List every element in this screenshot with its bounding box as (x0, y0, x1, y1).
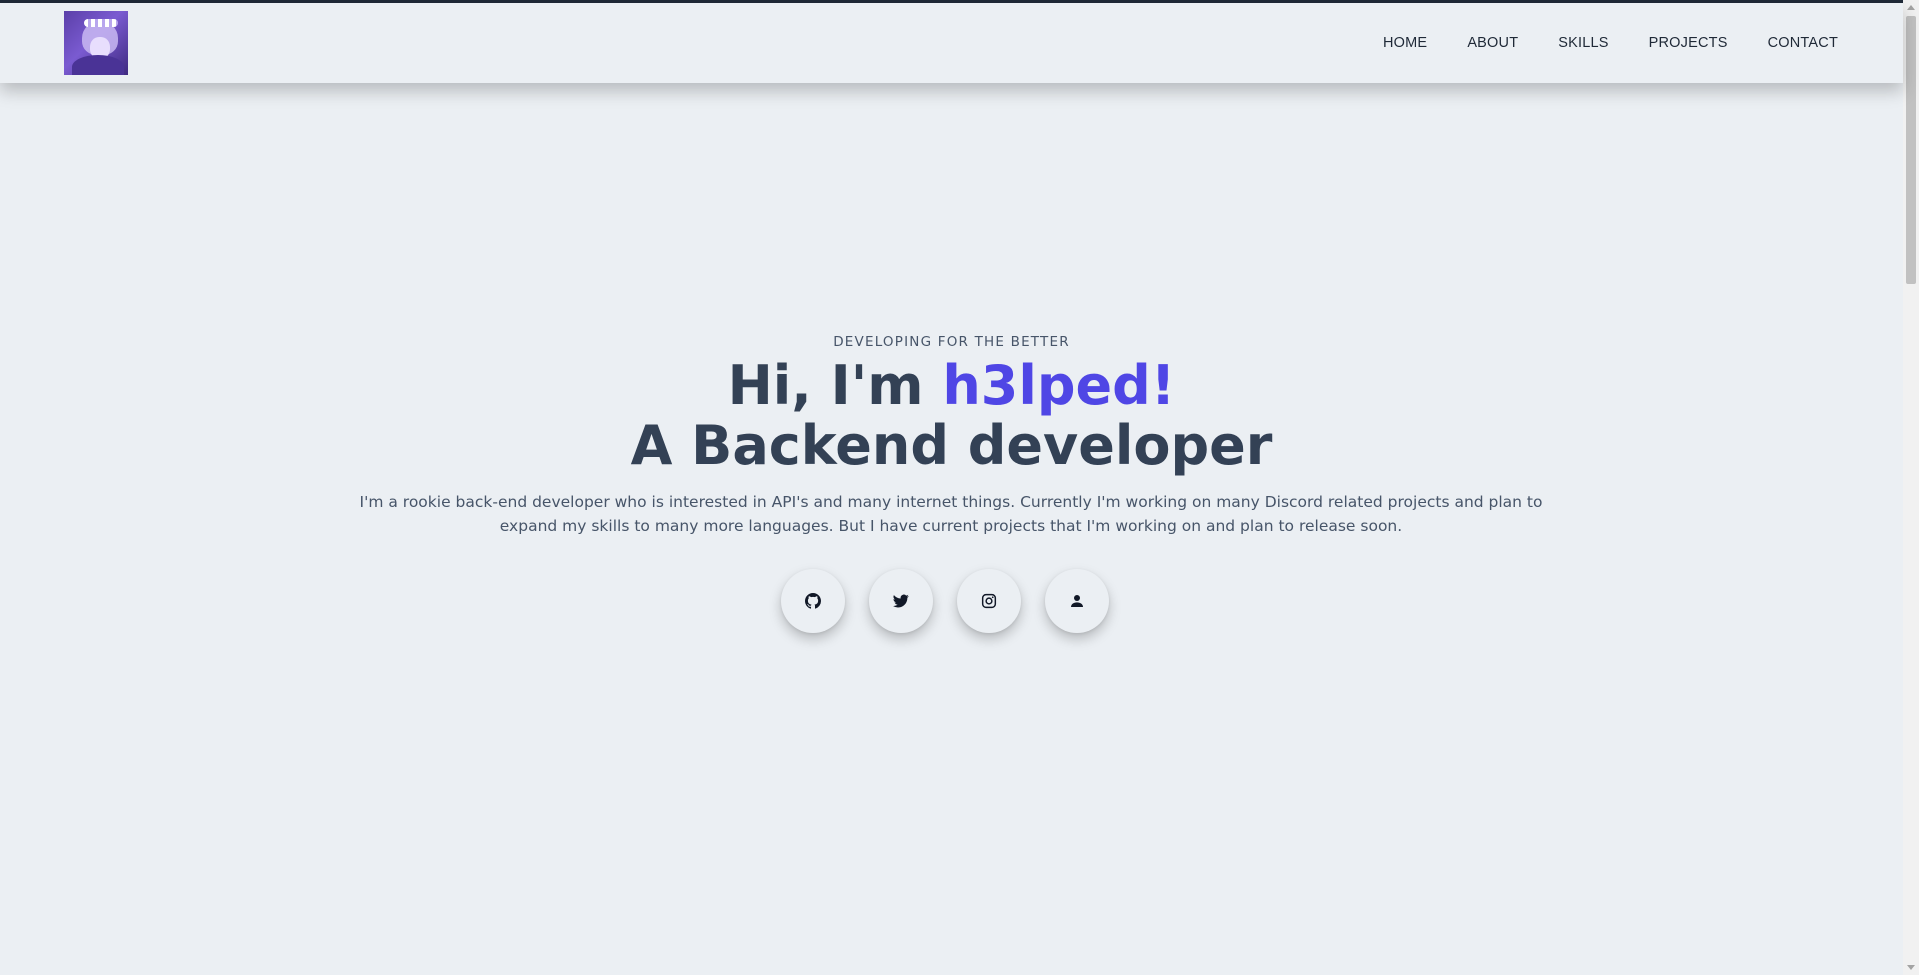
hero-eyebrow: DEVELOPING FOR THE BETTER (833, 334, 1070, 350)
instagram-icon (981, 593, 996, 609)
instagram-button[interactable] (956, 569, 1021, 633)
nav-link-skills[interactable]: SKILLS (1558, 35, 1608, 51)
scroll-down-icon[interactable] (1907, 965, 1915, 970)
hero-role: A Backend developer (630, 414, 1273, 477)
profile-button[interactable] (1044, 569, 1109, 633)
nav-links: HOME ABOUT SKILLS PROJECTS CONTACT (1383, 3, 1838, 83)
scroll-up-icon[interactable] (1907, 5, 1915, 10)
nav-link-projects[interactable]: PROJECTS (1649, 35, 1728, 51)
hero-section: DEVELOPING FOR THE BETTER Hi, I'm h3lped… (0, 0, 1903, 975)
logo-avatar[interactable] (64, 11, 128, 75)
hero-headline: Hi, I'm h3lped! A Backend developer (0, 356, 1903, 476)
nav-link-about[interactable]: ABOUT (1467, 35, 1518, 51)
social-links (0, 569, 1896, 633)
github-button[interactable] (780, 569, 845, 633)
hero-description: I'm a rookie back-end developer who is i… (359, 493, 1543, 535)
hero-name: h3lped! (942, 354, 1176, 417)
page-scrollbar[interactable] (1903, 0, 1919, 975)
twitter-icon (892, 594, 909, 608)
user-icon (1070, 595, 1083, 607)
nav-link-home[interactable]: HOME (1383, 35, 1427, 51)
github-icon (804, 593, 821, 609)
hero-greeting: Hi, I'm (727, 354, 943, 417)
nav-link-contact[interactable]: CONTACT (1768, 35, 1838, 51)
scrollbar-thumb[interactable] (1906, 16, 1916, 284)
navbar: HOME ABOUT SKILLS PROJECTS CONTACT (0, 3, 1903, 83)
twitter-button[interactable] (868, 569, 933, 633)
